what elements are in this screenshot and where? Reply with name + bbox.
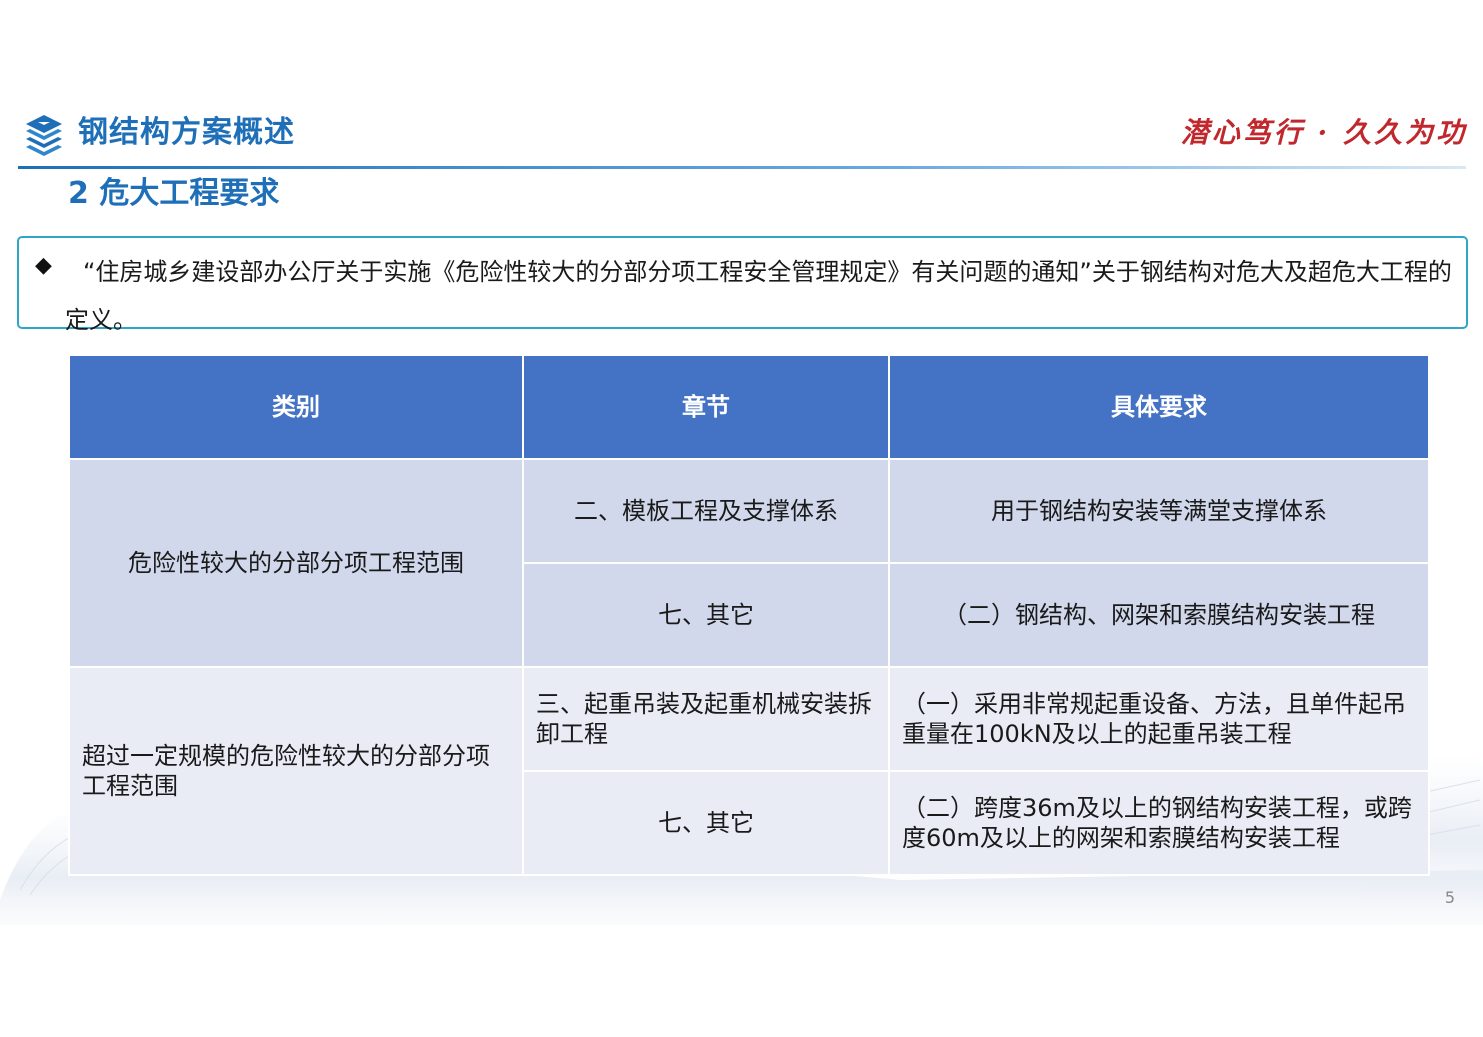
stacked-layers-icon — [26, 115, 62, 156]
notice-text: “住房城乡建设部办公厅关于实施《危险性较大的分部分项工程安全管理规定》有关问题的… — [65, 258, 1452, 334]
chapter-cell: 二、模板工程及支撑体系 — [522, 458, 890, 564]
column-header-requirement: 具体要求 — [888, 354, 1430, 460]
table-row: 危险性较大的分部分项工程范围 二、模板工程及支撑体系 用于钢结构安装等满堂支撑体… — [68, 458, 1430, 668]
slide-header: 钢结构方案概述 潜心笃行 · 久久为功 — [0, 0, 1483, 170]
chapter-cell: 三、起重吊装及起重机械安装拆卸工程 — [522, 666, 890, 772]
requirement-cell: （一）采用非常规起重设备、方法，且单件起吊重量在100kN及以上的起重吊装工程 — [888, 666, 1430, 772]
column-header-chapter: 章节 — [522, 354, 890, 460]
section-title: 2 危大工程要求 — [68, 176, 280, 211]
requirement-cell: 用于钢结构安装等满堂支撑体系 — [888, 458, 1430, 564]
requirement-cell: （二）跨度36m及以上的钢结构安装工程，或跨度60m及以上的网架和索膜结构安装工… — [888, 770, 1430, 876]
requirement-cell: （二）钢结构、网架和索膜结构安装工程 — [888, 562, 1430, 668]
table-row: 超过一定规模的危险性较大的分部分项工程范围 三、起重吊装及起重机械安装拆卸工程 … — [68, 666, 1430, 876]
requirements-table: 类别 章节 具体要求 危险性较大的分部分项工程范围 二、模板工程及支撑体系 用于… — [68, 354, 1430, 876]
header-divider — [18, 166, 1466, 169]
table-header-row: 类别 章节 具体要求 — [68, 354, 1430, 460]
requirements-table-container: 类别 章节 具体要求 危险性较大的分部分项工程范围 二、模板工程及支撑体系 用于… — [68, 354, 1430, 876]
column-header-category: 类别 — [68, 354, 524, 460]
category-cell: 超过一定规模的危险性较大的分部分项工程范围 — [68, 666, 524, 876]
diamond-bullet-icon: ◆ — [35, 253, 52, 278]
notice-box: ◆ “住房城乡建设部办公厅关于实施《危险性较大的分部分项工程安全管理规定》有关问… — [17, 236, 1468, 334]
slogan-text: 潜心笃行 · 久久为功 — [1180, 116, 1467, 149]
category-cell: 危险性较大的分部分项工程范围 — [68, 458, 524, 668]
chapter-cell: 七、其它 — [522, 770, 890, 876]
slide-title: 钢结构方案概述 — [78, 115, 295, 150]
page-number: 5 — [1444, 888, 1455, 907]
chapter-cell: 七、其它 — [522, 562, 890, 668]
